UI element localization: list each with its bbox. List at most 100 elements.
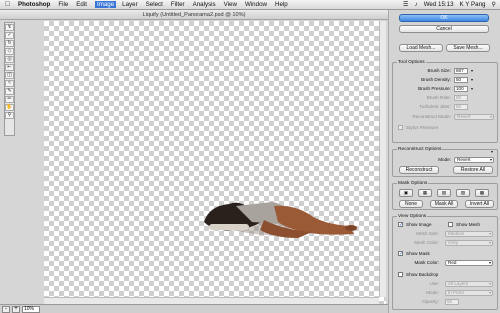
restore-all-button[interactable]: Restore All [453, 166, 493, 174]
subtract-from-selection-icon[interactable]: ▧ [437, 189, 451, 197]
image-canvas[interactable] [44, 21, 386, 308]
tool-options-group: Tool Options Brush Size: 687 ▾ Brush Den… [392, 60, 498, 143]
invert-all-button[interactable]: Invert All [465, 200, 494, 208]
backdrop-use-label: Use: [429, 281, 439, 286]
status-menus: ☰ ♪ Wed 15:13 K Y Pang ⚲ [397, 1, 500, 8]
backdrop-mode-select: In Front [445, 290, 493, 296]
reconstruct-mode-label: Mode: [438, 157, 451, 162]
brush-density-field[interactable]: 50 [454, 77, 468, 83]
brush-rate-label: Brush Rate: [426, 95, 451, 100]
backdrop-opacity-label: Opacity: [422, 299, 439, 304]
chevron-down-icon[interactable]: ▾ [490, 149, 494, 155]
mesh-size-select: Medium [445, 231, 493, 237]
brush-density-label: Brush Density: [421, 77, 451, 82]
horizontal-scrollbar[interactable] [44, 297, 379, 304]
ok-button[interactable]: OK [399, 14, 489, 22]
menu-edit[interactable]: Edit [76, 1, 87, 8]
backdrop-use-select: All Layers [445, 281, 493, 287]
zoom-in-button[interactable]: + [12, 305, 20, 313]
mesh-color-select: Grey [445, 240, 493, 246]
zoom-level-field[interactable]: 10% [22, 305, 40, 313]
tool-palette: ↯ ✓ ↻ ◇ ◎ ⇤ ◫ ≈ ✎ ✏ ✋ ⚲ [4, 22, 15, 136]
menu-file[interactable]: File [58, 1, 68, 8]
zoom-out-button[interactable]: - [2, 305, 10, 313]
replace-selection-icon[interactable]: ▣ [399, 189, 413, 197]
cancel-button[interactable]: Cancel [399, 25, 489, 33]
chevron-down-icon[interactable]: ▾ [470, 68, 474, 74]
freeze-mask-tool-icon[interactable]: ✎ [5, 88, 14, 95]
turbulence-tool-icon[interactable]: ≈ [5, 80, 14, 87]
show-mask-checkbox[interactable]: ✓ [398, 251, 403, 257]
menu-bar:  Photoshop File Edit Image Layer Select… [0, 0, 500, 10]
mask-none-button[interactable]: None [399, 200, 423, 208]
mask-all-button[interactable]: Mask All [430, 200, 458, 208]
menu-view[interactable]: View [224, 1, 237, 8]
reconstruct-tool-icon[interactable]: ✓ [5, 32, 14, 39]
pucker-tool-icon[interactable]: ◇ [5, 48, 14, 55]
brush-size-label: Brush Size: [427, 68, 452, 73]
stylus-pressure-checkbox [398, 125, 403, 130]
brush-rate-field: 80 [454, 95, 468, 101]
menu-filter[interactable]: Filter [171, 1, 185, 8]
mask-options-title: Mask Options [397, 181, 429, 186]
mesh-color-label: Mesh Color: [414, 240, 439, 245]
bloat-tool-icon[interactable]: ◎ [5, 56, 14, 63]
turbulent-jitter-field: 50 [454, 104, 468, 110]
apple-icon[interactable]:  [5, 1, 12, 8]
mask-options-group: Mask Options ▣ ▦ ▧ ▨ ▩ None Mask All Inv… [392, 181, 498, 210]
mesh-size-label: Mesh Size: [416, 231, 439, 236]
backdrop-opacity-field: 50 [445, 299, 459, 305]
volume-icon[interactable]: ♪ [415, 1, 418, 8]
menu-app-name[interactable]: Photoshop [18, 1, 50, 8]
reconstruct-mode-select: Revert [454, 114, 494, 120]
clock[interactable]: Wed 15:13 [424, 1, 454, 8]
menu-select[interactable]: Select [146, 1, 163, 8]
show-mesh-checkbox[interactable] [448, 222, 453, 227]
thaw-mask-tool-icon[interactable]: ✏ [5, 96, 14, 103]
invert-selection-icon[interactable]: ▩ [475, 189, 489, 197]
view-options-group: View Options ✓ Show Image Show Mesh Mesh… [392, 214, 498, 310]
zoom-tool-icon[interactable]: ⚲ [5, 112, 14, 119]
menu-window[interactable]: Window [245, 1, 267, 8]
mask-color-label: Mask Color: [414, 260, 439, 265]
load-mesh-button[interactable]: Load Mesh... [399, 44, 443, 52]
show-image-checkbox[interactable]: ✓ [398, 222, 403, 228]
push-left-tool-icon[interactable]: ⇤ [5, 64, 14, 71]
menu-image[interactable]: Image [94, 1, 117, 8]
reconstruct-button[interactable]: Reconstruct [399, 166, 439, 174]
tool-options-title: Tool Options [397, 60, 426, 65]
brush-size-field[interactable]: 687 [454, 68, 468, 74]
mirror-tool-icon[interactable]: ◫ [5, 72, 14, 79]
menu-layer[interactable]: Layer [122, 1, 137, 8]
twirl-tool-icon[interactable]: ↻ [5, 40, 14, 47]
reconstruct-options-group: Reconstruct Options ▾ Mode: Revert Recon… [392, 147, 498, 177]
brush-pressure-field[interactable]: 100 [454, 86, 468, 92]
chevron-down-icon[interactable]: ▾ [470, 86, 474, 92]
reclining-figure-image [204, 202, 357, 238]
liquify-window: Liquify (Untitled_Panorama2.psd @ 10%) ↯… [0, 10, 500, 313]
hand-tool-icon[interactable]: ✋ [5, 104, 14, 111]
liquify-options-panel: OK Cancel Load Mesh... Save Mesh... Tool… [388, 10, 500, 313]
backdrop-mode-label: Mode: [426, 290, 439, 295]
view-options-title: View Options [397, 214, 428, 219]
show-backdrop-checkbox[interactable] [398, 272, 403, 277]
reconstruct-mode-select[interactable]: Revert [454, 157, 494, 163]
window-title: Liquify (Untitled_Panorama2.psd @ 10%) [0, 10, 388, 20]
save-mesh-button[interactable]: Save Mesh... [446, 44, 490, 52]
show-backdrop-label: Show Backdrop [406, 272, 439, 277]
mask-color-select[interactable]: Red [445, 260, 493, 266]
chevron-down-icon[interactable]: ▾ [470, 77, 474, 83]
user-name[interactable]: K Y Pang [460, 1, 486, 8]
zoom-bar: - + 10% [0, 304, 388, 313]
stylus-pressure-label: Stylus Pressure [406, 125, 439, 130]
add-to-selection-icon[interactable]: ▦ [418, 189, 432, 197]
turbulent-jitter-label: Turbulent Jitter: [419, 104, 451, 109]
warp-tool-icon[interactable]: ↯ [5, 24, 14, 31]
wifi-icon[interactable]: ☰ [403, 1, 409, 8]
show-mesh-label: Show Mesh [456, 222, 481, 227]
menu-analysis[interactable]: Analysis [193, 1, 216, 8]
spotlight-icon[interactable]: ⚲ [491, 1, 496, 8]
menu-help[interactable]: Help [275, 1, 288, 8]
vertical-scrollbar[interactable] [379, 21, 386, 297]
intersect-selection-icon[interactable]: ▨ [456, 189, 470, 197]
